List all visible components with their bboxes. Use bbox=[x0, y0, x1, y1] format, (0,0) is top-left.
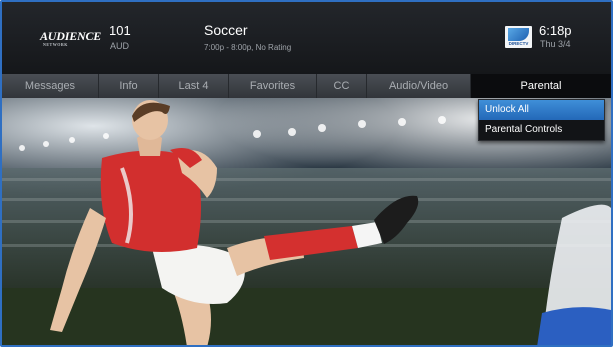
tab-info[interactable]: Info bbox=[99, 74, 159, 98]
directv-logo-icon: DIRECTV bbox=[505, 26, 532, 48]
options-menu-bar: Messages Info Last 4 Favorites CC Audio/… bbox=[2, 74, 611, 98]
tv-screen: AUDIENCE NETWORK 101 AUD Soccer 7:00p - … bbox=[0, 0, 613, 347]
channel-call-sign: AUD bbox=[110, 41, 130, 51]
parental-dropdown-menu: Unlock All Parental Controls bbox=[478, 99, 605, 141]
menu-item-unlock-all[interactable]: Unlock All bbox=[479, 100, 604, 120]
channel-logo: AUDIENCE NETWORK bbox=[40, 29, 102, 47]
tab-cc[interactable]: CC bbox=[317, 74, 367, 98]
tab-messages[interactable]: Messages bbox=[2, 74, 99, 98]
channel-number: 101 bbox=[109, 23, 131, 38]
menu-item-parental-controls[interactable]: Parental Controls bbox=[479, 120, 604, 140]
clock-date: Thu 3/4 bbox=[540, 39, 571, 49]
channel-banner: AUDIENCE NETWORK 101 AUD Soccer 7:00p - … bbox=[2, 2, 611, 74]
program-title: Soccer bbox=[204, 22, 248, 38]
channel-logo-text: AUDIENCE bbox=[40, 29, 102, 43]
provider-logo-text: DIRECTV bbox=[508, 41, 529, 46]
tab-parental[interactable]: Parental bbox=[471, 74, 611, 98]
tab-audio-video[interactable]: Audio/Video bbox=[367, 74, 471, 98]
tab-last-4[interactable]: Last 4 bbox=[159, 74, 229, 98]
provider-swoosh bbox=[508, 28, 529, 41]
program-details: 7:00p - 8:00p, No Rating bbox=[204, 43, 292, 52]
clock-time: 6:18p bbox=[539, 23, 572, 38]
channel-logo-subtext: NETWORK bbox=[43, 42, 68, 47]
tab-favorites[interactable]: Favorites bbox=[229, 74, 317, 98]
